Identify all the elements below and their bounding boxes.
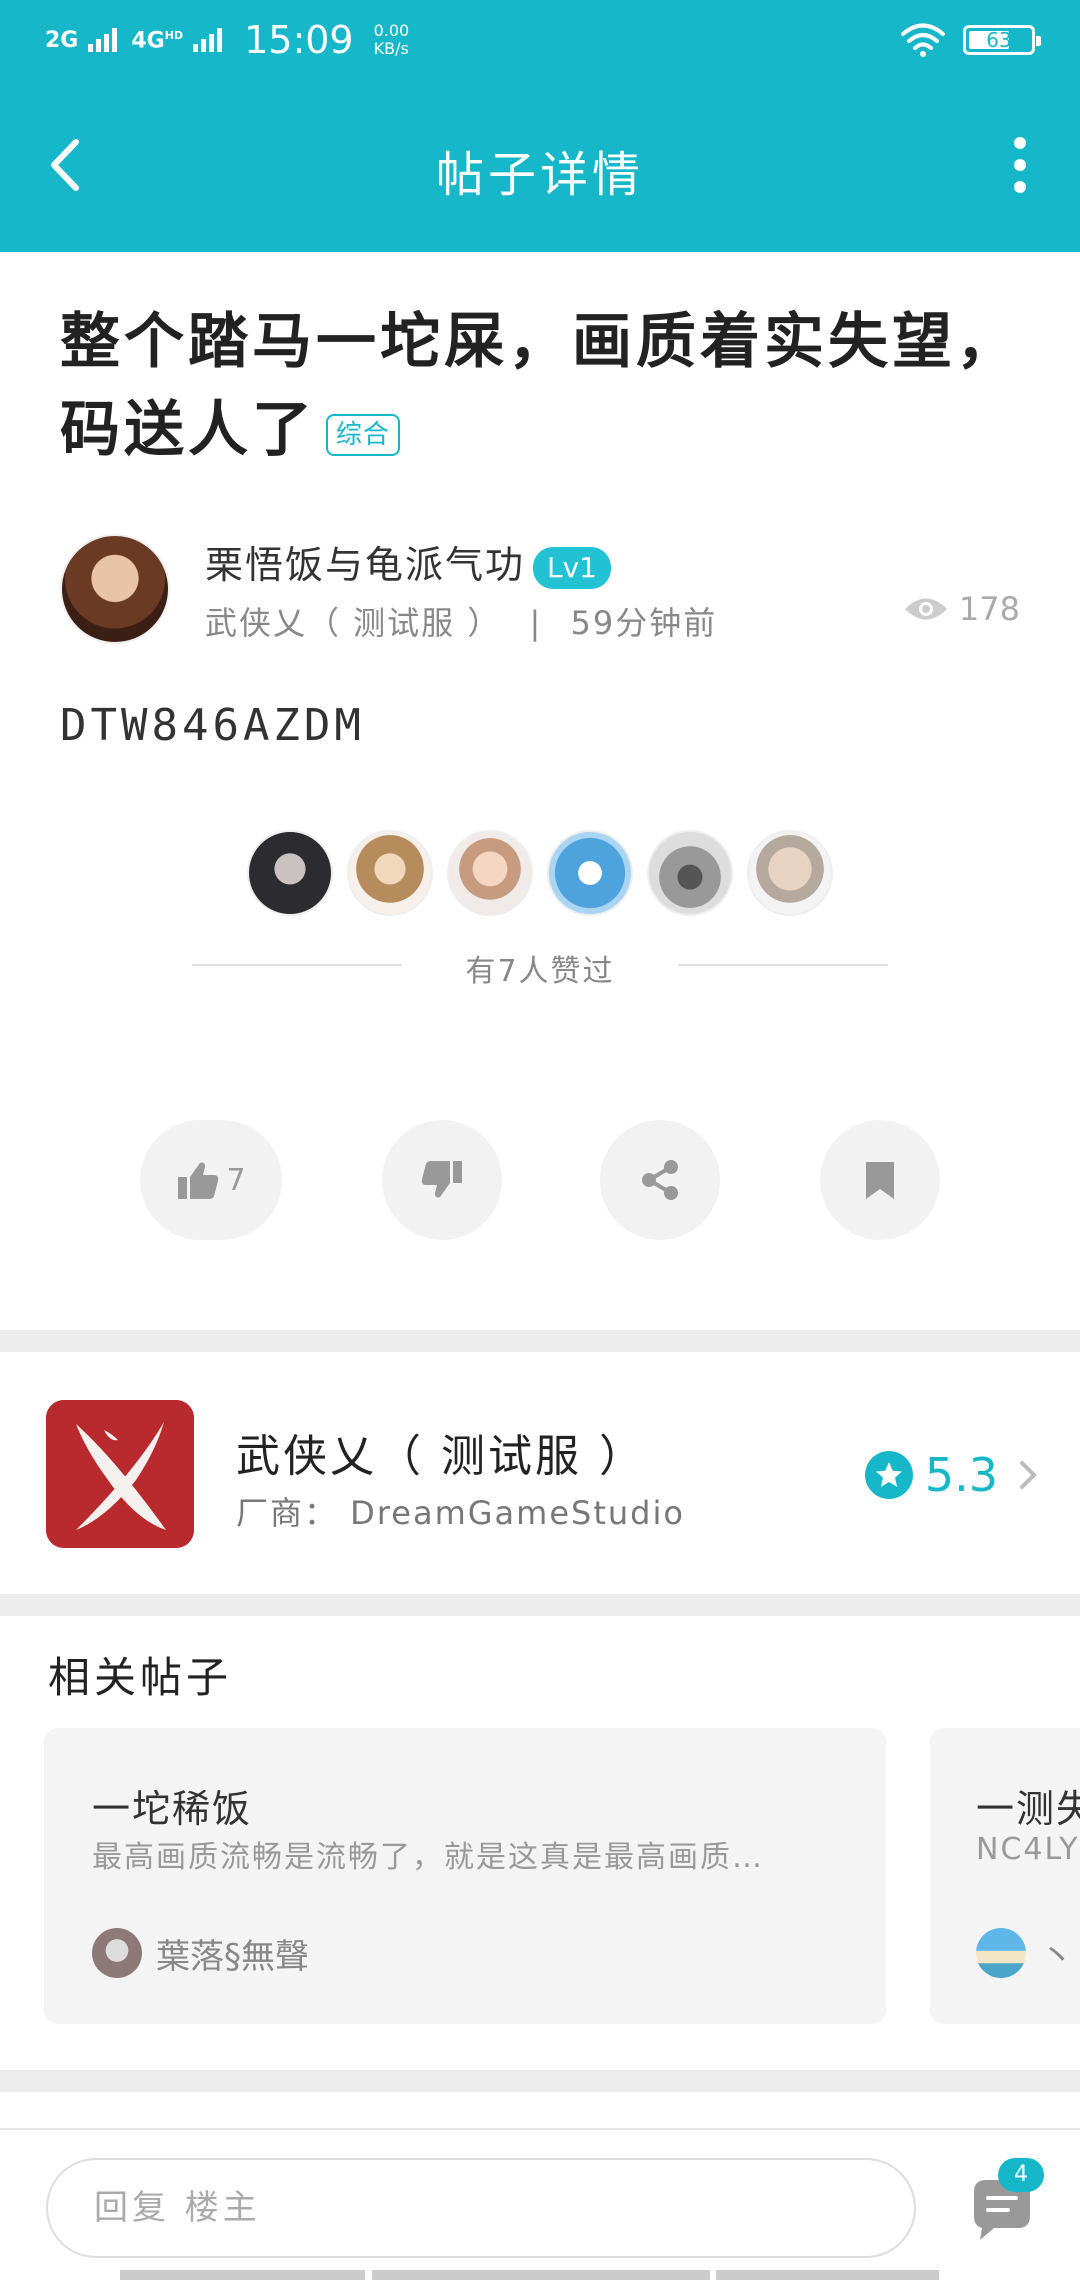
related-post-author: 葉落§無聲 xyxy=(92,1928,309,1978)
eye-icon xyxy=(904,598,947,620)
related-post-excerpt: NC4LY xyxy=(976,1832,1080,1867)
post-body: DTW846AZDM xyxy=(60,700,365,751)
share-button[interactable] xyxy=(600,1120,720,1240)
post-title: 整个踏马一坨屎，画质着实失望，码送人了 综合 xyxy=(60,298,1020,474)
liker-avatar[interactable] xyxy=(247,830,333,916)
wifi-icon xyxy=(901,23,945,57)
liker-avatar[interactable] xyxy=(447,830,533,916)
nav-hint-bar xyxy=(716,2270,939,2280)
divider-line xyxy=(678,964,888,966)
section-divider xyxy=(0,1594,1080,1616)
chevron-right-icon xyxy=(1020,1461,1037,1489)
category-tag[interactable]: 综合 xyxy=(326,413,401,456)
liker-avatar[interactable] xyxy=(647,830,733,916)
related-post-author: 丶 xyxy=(976,1928,1074,1978)
signal-2g-icon: 2G xyxy=(45,28,118,53)
author-avatar[interactable] xyxy=(60,534,170,644)
post-title-text: 整个踏马一坨屎，画质着实失望，码送人了 xyxy=(60,307,1020,465)
status-time: 15:09 xyxy=(244,18,354,62)
like-button[interactable]: 7 xyxy=(140,1120,282,1240)
thumbs-down-icon xyxy=(421,1161,462,1198)
nav-hint-bar xyxy=(372,2270,710,2280)
bookmark-button[interactable] xyxy=(820,1120,940,1240)
author-name[interactable]: 栗悟饭与龟派气功 Lv1 xyxy=(205,534,611,589)
post-time: 59分钟前 xyxy=(570,604,718,642)
avatar xyxy=(976,1928,1026,1978)
signal-label-4g: 4GHD xyxy=(131,28,184,53)
network-speed: 0.00 KB/s xyxy=(373,21,410,58)
thumbs-up-icon xyxy=(178,1162,219,1199)
battery-level: 63 xyxy=(986,28,1012,52)
post-meta: 武侠乂（ 测试服 ） | 59分钟前 xyxy=(205,598,717,644)
related-post-card[interactable]: 一坨稀饭 最高画质流畅是流畅了，就是这真是最高画质… 葉落§無聲 xyxy=(44,1728,886,2024)
related-post-author-name: 丶 xyxy=(1040,1936,1074,1977)
likes-summary[interactable]: 有7人赞过 xyxy=(192,940,888,990)
meta-separator: | xyxy=(529,604,543,642)
author-row: 栗悟饭与龟派气功 Lv1 武侠乂（ 测试服 ） | 59分钟前 178 xyxy=(60,534,1020,646)
share-icon xyxy=(642,1160,678,1200)
like-count: 7 xyxy=(226,1162,246,1198)
more-vertical-icon xyxy=(1014,137,1026,193)
related-post-excerpt: 最高画质流畅是流畅了，就是这真是最高画质… xyxy=(92,1840,764,1875)
game-name: 武侠乂（ 测试服 ） xyxy=(236,1431,646,1482)
star-icon xyxy=(864,1451,913,1499)
likers-avatars[interactable] xyxy=(0,830,1080,930)
signal-label-2g: 2G xyxy=(45,28,79,53)
game-score: 5.3 xyxy=(864,1448,1040,1502)
liker-avatar[interactable] xyxy=(747,830,833,916)
page: 2G 4GHD 15:09 0.00 KB/s 63 帖子详情 整个踏马一坨屎，… xyxy=(0,0,1080,2280)
view-count-text: 178 xyxy=(958,590,1020,628)
post-actions: 7 xyxy=(0,1120,1080,1240)
reply-bar: 回复 楼主 4 xyxy=(0,2128,1080,2280)
avatar xyxy=(92,1928,142,1978)
reply-input[interactable]: 回复 楼主 xyxy=(46,2158,916,2258)
more-button[interactable] xyxy=(1000,130,1040,200)
page-title: 帖子详情 xyxy=(435,147,644,203)
game-icon[interactable] xyxy=(46,1400,194,1548)
signal-4g-icon: 4GHD xyxy=(131,28,223,53)
liker-avatar[interactable] xyxy=(347,830,433,916)
section-divider xyxy=(0,1330,1080,1352)
likes-text: 有7人赞过 xyxy=(465,954,615,989)
dislike-button[interactable] xyxy=(382,1120,502,1240)
game-score-value: 5.3 xyxy=(924,1448,998,1502)
nav-hint-bar xyxy=(120,2270,365,2280)
related-post-author-name: 葉落§無聲 xyxy=(156,1936,309,1977)
game-vendor: 厂商： DreamGameStudio xyxy=(236,1494,685,1532)
status-bar: 2G 4GHD 15:09 0.00 KB/s 63 xyxy=(0,0,1080,80)
comment-count-badge: 4 xyxy=(998,2158,1044,2192)
related-post-title: 一测失 xyxy=(976,1787,1080,1831)
related-post-card[interactable]: 一测失 NC4LY 丶 xyxy=(930,1728,1080,2024)
related-posts-title: 相关帖子 xyxy=(48,1653,233,1702)
bookmark-icon xyxy=(866,1162,894,1199)
view-count: 178 xyxy=(903,590,1020,628)
section-divider xyxy=(0,2070,1080,2092)
related-post-title: 一坨稀饭 xyxy=(92,1787,253,1831)
author-name-text: 栗悟饭与龟派气功 xyxy=(205,543,526,587)
app-header: 帖子详情 xyxy=(0,80,1080,252)
level-badge: Lv1 xyxy=(533,546,611,589)
post-game-ref: 武侠乂（ 测试服 ） xyxy=(205,604,502,642)
battery-icon: 63 xyxy=(963,25,1041,55)
game-logo-icon xyxy=(46,1400,194,1548)
comments-button[interactable]: 4 xyxy=(960,2158,1044,2254)
liker-avatar[interactable] xyxy=(547,830,633,916)
game-card[interactable]: 武侠乂（ 测试服 ） 厂商： DreamGameStudio 5.3 xyxy=(0,1358,1080,1592)
